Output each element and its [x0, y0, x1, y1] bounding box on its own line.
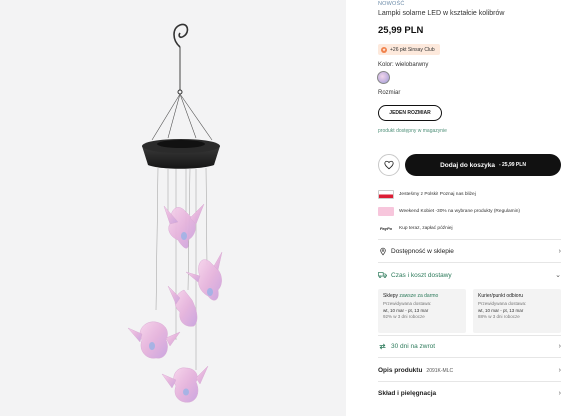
promo-banner-icon [378, 206, 394, 216]
product-code: 2091K-MLC [426, 367, 454, 374]
delivery-courier-box: Kurier/punkt odbioru Przewidywana dostaw… [473, 289, 561, 333]
delivery-label: Czas i koszt dostawy [391, 271, 452, 279]
store-availability-row[interactable]: Dostępność w sklepie › [378, 244, 561, 258]
truck-icon [378, 271, 387, 279]
care-row[interactable]: Skład i pielęgnacja › [378, 386, 561, 400]
color-label: Kolor: wielobarwny [378, 62, 429, 68]
chevron-right-icon: › [558, 247, 561, 255]
description-row[interactable]: Opis produktu 2091K-MLC › [378, 363, 561, 377]
product-image [0, 0, 346, 416]
club-points-badge: ★ +26 pkt Sinsay Club [378, 44, 440, 55]
divider [378, 357, 561, 358]
store-availability-label: Dostępność w sklepie [391, 247, 454, 255]
add-to-cart-price: - 25,99 PLN [498, 162, 526, 168]
promo-paypo[interactable]: PayPo Kup teraz, zapłać później [378, 221, 453, 235]
divider [378, 239, 561, 240]
heart-icon [384, 160, 394, 170]
chevron-right-icon: › [558, 342, 561, 350]
product-title: Lampki solarne LED w kształcie kolibrów [378, 10, 505, 17]
promo-paypo-text: Kup teraz, zapłać później [399, 225, 453, 231]
divider [378, 381, 561, 382]
chevron-right-icon: › [558, 366, 561, 374]
divider [378, 262, 561, 263]
promo-weekend[interactable]: Weekend Kobiet -30% na wybrane produkty … [378, 204, 520, 218]
stores-free-note: zawsze za darmo [399, 293, 439, 299]
size-button[interactable]: JEDEN ROZMIAR [378, 105, 442, 121]
description-label: Opis produktu [378, 366, 423, 374]
club-points-text: +26 pkt Sinsay Club [390, 46, 435, 53]
add-to-cart-label: Dodaj do koszyka [440, 161, 495, 169]
chevron-down-icon: ⌄ [555, 272, 561, 279]
promo-poland-text: Jesteśmy z Polski! Poznaj nas bliżej [399, 191, 476, 197]
product-price: 25,99 PLN [378, 25, 424, 36]
courier-percent: 88% w 3 dni robocze [478, 313, 520, 319]
returns-label: 30 dni na zwrot [391, 342, 436, 350]
flag-icon [378, 189, 394, 199]
hummingbird-chime-illustration [127, 23, 223, 403]
delivery-row[interactable]: Czas i koszt dostawy ⌄ [378, 268, 561, 282]
stock-status: produkt dostępny w magazynie [378, 128, 447, 134]
club-icon: ★ [381, 46, 387, 53]
care-label: Skład i pielęgnacja [378, 389, 437, 397]
stores-percent: 92% w 3 dni robocze [383, 313, 425, 319]
new-badge: NOWOŚĆ [378, 1, 405, 7]
product-details-panel: NOWOŚĆ Lampki solarne LED w kształcie ko… [372, 0, 572, 416]
return-arrows-icon [378, 342, 387, 351]
color-swatch[interactable] [377, 71, 390, 84]
chevron-right-icon: › [558, 389, 561, 397]
location-pin-icon [378, 247, 387, 256]
promo-weekend-text: Weekend Kobiet -30% na wybrane produkty … [399, 208, 520, 214]
returns-row[interactable]: 30 dni na zwrot › [378, 339, 561, 353]
divider [378, 335, 561, 336]
promo-poland[interactable]: Jesteśmy z Polski! Poznaj nas bliżej [378, 187, 476, 201]
add-to-cart-button[interactable]: Dodaj do koszyka - 25,99 PLN [405, 154, 561, 176]
delivery-stores-box: Sklepy zawsze za darmo Przewidywana dost… [378, 289, 466, 333]
size-label: Rozmiar [378, 90, 401, 96]
stores-title: Sklepy [383, 293, 399, 299]
paypo-logo: PayPo [378, 223, 394, 233]
wishlist-button[interactable] [378, 154, 400, 176]
courier-title: Kurier/punkt odbioru [478, 293, 524, 299]
